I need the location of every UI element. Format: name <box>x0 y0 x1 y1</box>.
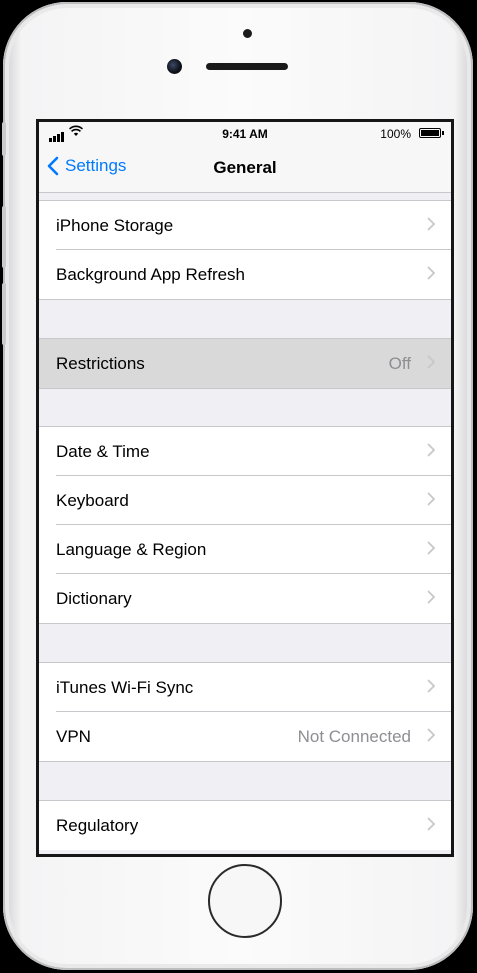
battery-tip <box>442 131 444 135</box>
row-label: Regulatory <box>56 816 139 835</box>
battery-percent: 100% <box>380 127 411 141</box>
chevron-right-icon <box>427 541 436 560</box>
page-title: General <box>213 158 277 177</box>
row-label: Language & Region <box>56 540 207 559</box>
chevron-right-icon <box>427 817 436 836</box>
settings-group-regulatory: Regulatory <box>39 801 451 850</box>
group-divider <box>39 761 451 762</box>
settings-row-iphone-storage[interactable]: iPhone Storage <box>39 201 451 250</box>
group-divider <box>39 388 451 389</box>
settings-row-dictionary[interactable]: Dictionary <box>39 574 451 623</box>
navigation-bar: Settings General <box>39 144 451 193</box>
home-button[interactable] <box>208 864 282 938</box>
row-label: iPhone Storage <box>56 216 174 235</box>
row-label: VPN <box>56 727 91 746</box>
status-bar: 9:41 AM 100% <box>39 122 451 144</box>
settings-row-background-app-refresh[interactable]: Background App Refresh <box>39 250 451 299</box>
settings-group-storage: iPhone Storage Background App Refresh <box>39 201 451 299</box>
battery-icon <box>419 128 441 138</box>
screen: 9:41 AM 100% Settings General iPhone Sto… <box>36 119 454 857</box>
settings-row-restrictions[interactable]: Restrictions Off <box>39 339 451 388</box>
settings-row-language-region[interactable]: Language & Region <box>39 525 451 574</box>
settings-row-regulatory[interactable]: Regulatory <box>39 801 451 850</box>
group-divider <box>39 623 451 624</box>
mute-switch <box>2 122 6 156</box>
group-divider <box>39 299 451 300</box>
volume-up-button <box>2 206 6 268</box>
row-label: Restrictions <box>56 354 145 373</box>
row-value: Not Connected <box>297 727 411 746</box>
chevron-right-icon <box>427 492 436 511</box>
volume-down-button <box>2 283 6 345</box>
settings-group-sync: iTunes Wi-Fi Sync VPN Not Connected <box>39 663 451 761</box>
earpiece-speaker <box>206 63 288 70</box>
row-label: iTunes Wi-Fi Sync <box>56 678 194 697</box>
row-value: Off <box>388 354 411 373</box>
settings-row-vpn[interactable]: VPN Not Connected <box>39 712 451 761</box>
settings-row-keyboard[interactable]: Keyboard <box>39 476 451 525</box>
settings-row-date-time[interactable]: Date & Time <box>39 427 451 476</box>
settings-group-locale: Date & Time Keyboard Language & Region D… <box>39 427 451 623</box>
row-label: Keyboard <box>56 491 129 510</box>
chevron-right-icon <box>427 728 436 747</box>
row-label: Dictionary <box>56 589 132 608</box>
settings-group-restrictions: Restrictions Off <box>39 339 451 388</box>
chevron-right-icon <box>427 217 436 236</box>
sensor-dot <box>243 29 252 38</box>
row-label: Background App Refresh <box>56 265 246 284</box>
chevron-right-icon <box>427 266 436 285</box>
chevron-right-icon <box>427 590 436 609</box>
front-camera <box>167 59 182 74</box>
chevron-right-icon <box>427 355 436 374</box>
chevron-right-icon <box>427 443 436 462</box>
row-label: Date & Time <box>56 442 150 461</box>
chevron-right-icon <box>427 679 436 698</box>
settings-row-itunes-wifi-sync[interactable]: iTunes Wi-Fi Sync <box>39 663 451 712</box>
